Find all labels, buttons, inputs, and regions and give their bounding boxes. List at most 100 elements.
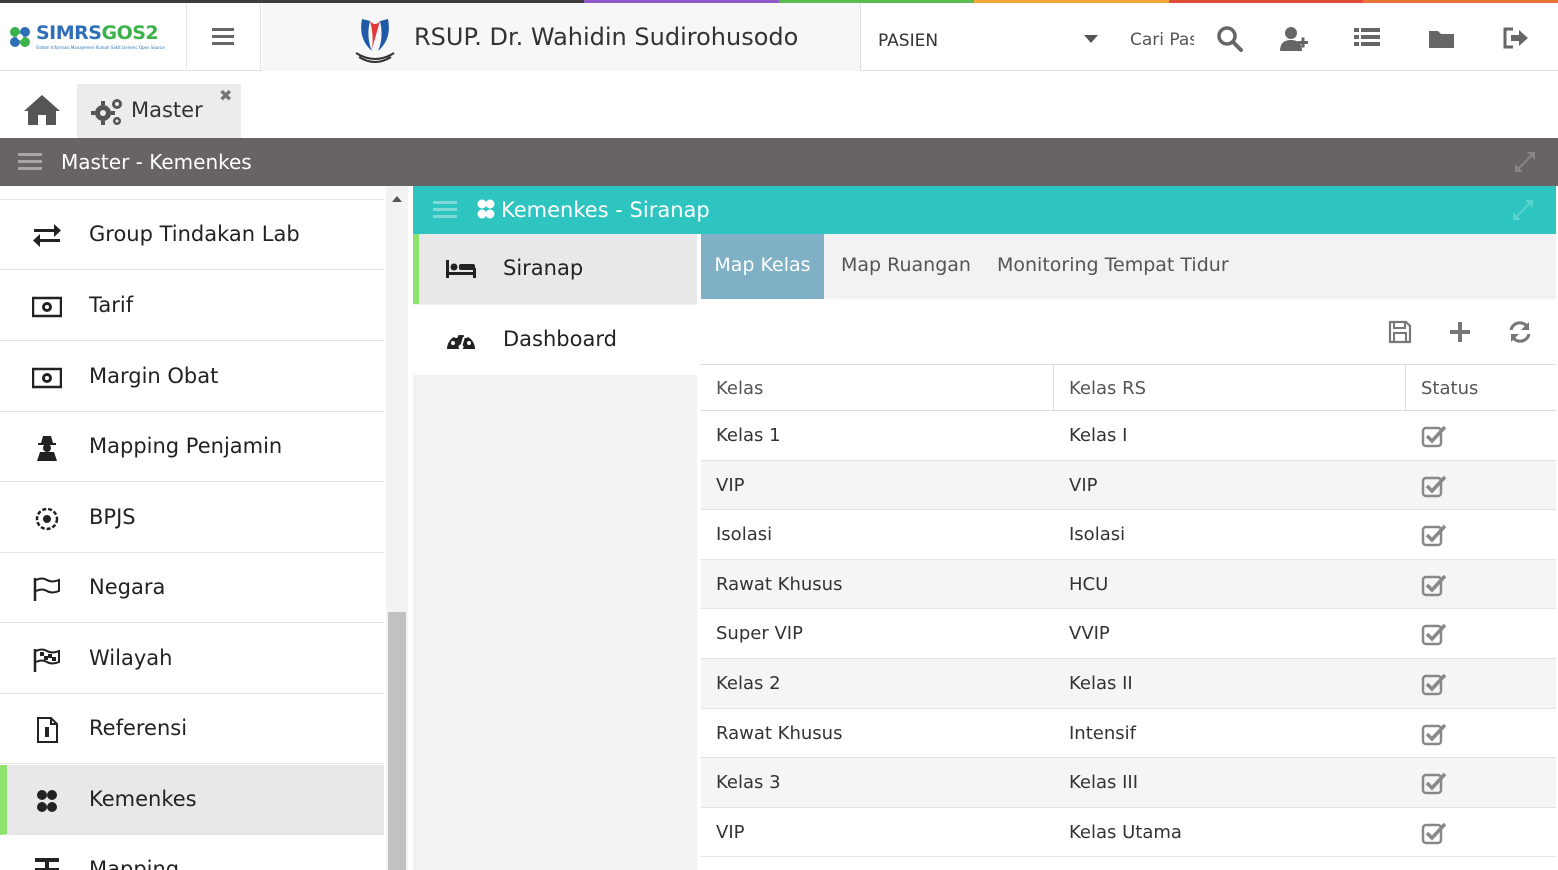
sidebar-item-tarif[interactable]: Tarif — [0, 271, 384, 341]
refresh-icon[interactable] — [1507, 319, 1533, 345]
sidebar-item-label: Wilayah — [89, 646, 173, 670]
menu-icon — [212, 28, 234, 45]
user-secret-icon — [37, 436, 57, 461]
expand-icon[interactable] — [1514, 151, 1536, 173]
main-menu-button[interactable] — [188, 3, 261, 71]
mapping-icon — [35, 858, 59, 870]
patient-type-select[interactable]: PASIEN — [862, 3, 1112, 71]
module-bar: Master - Kemenkes — [0, 138, 1558, 186]
table-row[interactable]: Rawat Khusus HCU — [701, 559, 1556, 610]
logo-subtitle: Sistem Informasi Manajemen Rumah Sakit G… — [36, 45, 165, 50]
checked-checkbox-icon[interactable] — [1421, 672, 1447, 696]
file-icon — [37, 717, 58, 743]
sidebar-item-negara[interactable]: Negara — [0, 553, 384, 623]
checked-checkbox-icon[interactable] — [1421, 474, 1447, 498]
table-row[interactable]: Kelas 2 Kelas II — [701, 658, 1556, 709]
content-tabs: Map Kelas Map Ruangan Monitoring Tempat … — [701, 234, 1556, 299]
panel-subnav: Siranap Dashboard — [413, 234, 697, 870]
kemenkes-icon — [37, 790, 57, 812]
table-row[interactable]: Kelas 1 Kelas I — [701, 411, 1556, 461]
checked-checkbox-icon[interactable] — [1421, 622, 1447, 646]
panel-menu-icon[interactable] — [433, 201, 457, 219]
search-patient-input[interactable] — [1130, 25, 1194, 55]
folder-icon[interactable] — [1428, 25, 1456, 53]
table-row[interactable]: VIP Kelas Utama — [701, 808, 1556, 858]
grid-header-row: Kelas Kelas RS Status — [701, 365, 1556, 411]
checked-checkbox-icon[interactable] — [1421, 424, 1447, 448]
app-header: SIMRSGOS2 Sistem Informasi Manajemen Rum… — [0, 3, 1558, 71]
hospital-banner: RSUP. Dr. Wahidin Sudirohusodo — [262, 3, 861, 71]
flag-checkered-icon — [33, 648, 60, 672]
sidebar-item-label: Group Tindakan Lab — [89, 222, 300, 246]
chevron-down-icon — [1084, 35, 1098, 43]
gears-icon — [91, 99, 122, 125]
column-header-kelas[interactable]: Kelas — [716, 365, 763, 411]
sidebar-item-bpjs[interactable]: BPJS — [0, 483, 384, 553]
tab-map-kelas[interactable]: Map Kelas — [701, 234, 824, 299]
scrollbar-thumb[interactable] — [388, 612, 406, 870]
cell-kelas: Kelas 3 — [716, 772, 781, 794]
table-row[interactable]: Rawat Khusus Intensif — [701, 709, 1556, 759]
sidebar-item-group-tindakan-lab[interactable]: Group Tindakan Lab — [0, 200, 384, 270]
logo-text: SIMRSGOS2 — [36, 22, 159, 44]
table-row[interactable]: Isolasi Isolasi — [701, 510, 1556, 560]
sidebar-item-wilayah[interactable]: Wilayah — [0, 624, 384, 694]
table-row[interactable]: VIP VIP — [701, 460, 1556, 511]
column-header-status[interactable]: Status — [1421, 365, 1478, 411]
sidebar-item-label: Mapping — [89, 857, 180, 870]
tab-master[interactable]: Master ✖ — [77, 84, 241, 138]
save-icon[interactable] — [1387, 319, 1413, 345]
dashboard-icon — [447, 334, 475, 350]
cell-kelas: Kelas 2 — [716, 672, 781, 694]
plus-icon[interactable] — [1447, 319, 1473, 345]
bpjs-icon — [35, 507, 59, 531]
cell-kelas: Kelas 1 — [716, 425, 781, 446]
sidebar-scrollbar[interactable] — [386, 186, 408, 870]
home-icon[interactable] — [22, 92, 62, 128]
money-icon — [32, 367, 62, 389]
expand-icon[interactable] — [1512, 199, 1534, 221]
cell-kelas: VIP — [716, 474, 745, 496]
sidebar-item-mapping[interactable]: Mapping — [0, 835, 384, 870]
scroll-up-icon[interactable] — [392, 196, 402, 202]
panel-title: Kemenkes - Siranap — [501, 198, 710, 222]
flag-icon — [33, 577, 60, 601]
sign-out-icon[interactable] — [1502, 25, 1530, 53]
subnav-item-dashboard[interactable]: Dashboard — [413, 305, 697, 375]
tab-monitoring-tempat-tidur[interactable]: Monitoring Tempat Tidur — [997, 234, 1229, 299]
cell-kelas: Rawat Khusus — [716, 573, 843, 595]
sidebar-item-label: Margin Obat — [89, 364, 219, 388]
subnav-item-label: Dashboard — [503, 327, 617, 351]
sidebar-item-mapping-penjamin[interactable]: Mapping Penjamin — [0, 412, 384, 482]
checked-checkbox-icon[interactable] — [1421, 771, 1447, 795]
checked-checkbox-icon[interactable] — [1421, 821, 1447, 845]
module-title: Master - Kemenkes — [61, 150, 252, 174]
tab-map-ruangan[interactable]: Map Ruangan — [841, 234, 971, 299]
cell-kelas: VIP — [716, 821, 745, 843]
user-plus-icon[interactable] — [1280, 25, 1308, 53]
table-row[interactable]: Super VIP VVIP — [701, 609, 1556, 659]
sidebar-item-label: Negara — [89, 575, 166, 599]
close-icon[interactable]: ✖ — [219, 88, 232, 104]
hospital-logo-icon — [355, 19, 395, 63]
checked-checkbox-icon[interactable] — [1421, 573, 1447, 597]
sidebar-item-kemenkes[interactable]: Kemenkes — [0, 765, 384, 835]
list-icon[interactable] — [1354, 25, 1382, 53]
main-area: Map Kelas Map Ruangan Monitoring Tempat … — [701, 234, 1556, 870]
cell-kelas-rs: Intensif — [1069, 722, 1136, 744]
sidebar-item-label: Mapping Penjamin — [89, 434, 283, 458]
checked-checkbox-icon[interactable] — [1421, 722, 1447, 746]
cell-kelas: Super VIP — [716, 623, 803, 645]
table-row[interactable]: Kelas 3 Kelas III — [701, 758, 1556, 808]
module-menu-icon[interactable] — [18, 153, 42, 171]
search-icon[interactable] — [1216, 25, 1244, 53]
column-header-kelas-rs[interactable]: Kelas RS — [1069, 365, 1146, 411]
subnav-item-siranap[interactable]: Siranap — [413, 234, 697, 304]
grid-toolbar — [701, 299, 1556, 365]
exchange-icon — [33, 224, 61, 247]
sidebar-item-margin-obat[interactable]: Margin Obat — [0, 342, 384, 412]
sidebar-item-referensi[interactable]: Referensi — [0, 694, 384, 764]
open-tabs-bar: Master ✖ — [0, 72, 1558, 138]
checked-checkbox-icon[interactable] — [1421, 523, 1447, 547]
app-logo[interactable]: SIMRSGOS2 Sistem Informasi Manajemen Rum… — [0, 3, 187, 71]
